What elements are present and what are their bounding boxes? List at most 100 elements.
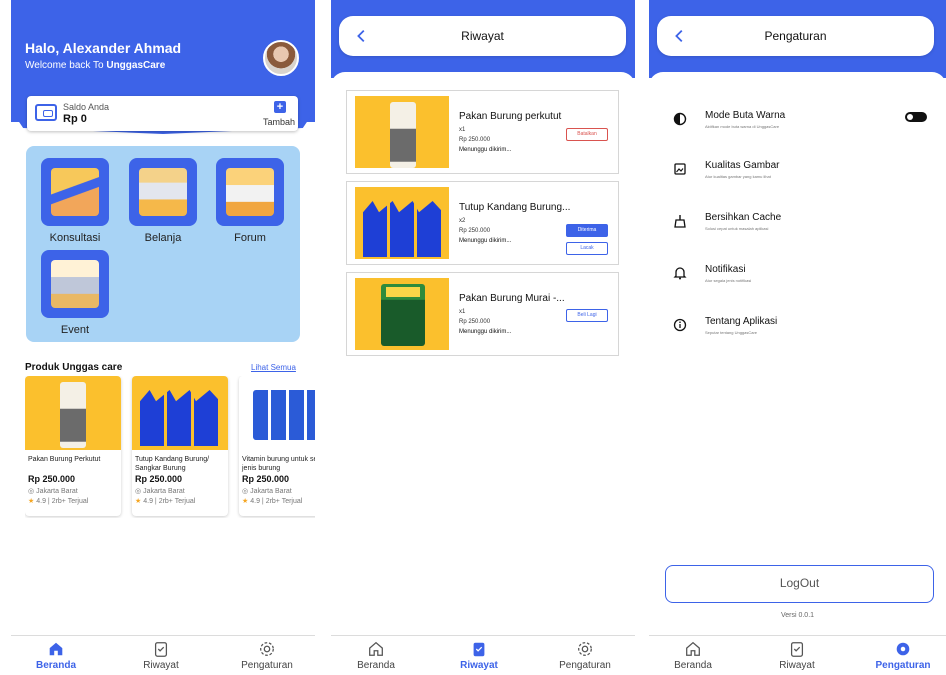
nav-beranda[interactable]: Beranda: [653, 640, 733, 671]
settings-screen: Pengaturan Mode Buta Warna Aktifkan mode…: [649, 0, 946, 675]
nav-riwayat[interactable]: Riwayat: [121, 640, 201, 671]
product-name: Tutup Kandang Burung/ Sangkar Burung: [135, 456, 210, 472]
product-price: Rp 250.000: [28, 474, 76, 484]
item-price: Rp 250.000: [459, 319, 491, 325]
setting-color-blind-mode[interactable]: Mode Buta Warna Aktifkan mode buta warna…: [673, 110, 933, 152]
see-all-link[interactable]: Lihat Semua: [251, 363, 296, 372]
product-image: [25, 376, 121, 450]
menu-belanja[interactable]: Belanja: [128, 158, 198, 244]
product-carousel[interactable]: Pakan Burung Perkutut Rp 250.000 ◎ Jakar…: [25, 376, 315, 518]
product-price: Rp 250.000: [242, 474, 290, 484]
track-button[interactable]: Lacak: [566, 242, 608, 255]
gear-icon: [260, 642, 274, 656]
shop-illustration: [139, 168, 187, 216]
star-icon: ★: [242, 498, 249, 505]
color-blind-toggle[interactable]: [905, 112, 927, 122]
add-balance-button[interactable]: +: [274, 101, 286, 113]
nav-riwayat[interactable]: Riwayat: [439, 640, 519, 671]
setting-notification[interactable]: Notifikasi Atur segala jenis notifikasi: [673, 264, 933, 306]
location-text: Jakarta Barat: [250, 488, 292, 495]
consultation-icon[interactable]: [41, 158, 109, 226]
home-screen: Halo, Alexander Ahmad Welcome back To Un…: [11, 0, 315, 675]
cancel-button[interactable]: Batalkan: [566, 128, 608, 141]
history-item[interactable]: Tutup Kandang Burung... x2 Rp 250.000 Me…: [346, 181, 619, 265]
history-screen: Riwayat Pakan Burung perkutut x1 Rp 250.…: [331, 0, 635, 675]
image-icon: [674, 163, 686, 175]
clipboard-icon: [154, 642, 168, 657]
balance-label: Saldo Anda: [63, 102, 110, 112]
product-image: [355, 278, 449, 350]
nav-beranda[interactable]: Beranda: [16, 640, 96, 671]
welcome-text: Welcome back To UnggasCare: [25, 60, 165, 71]
forum-icon[interactable]: [216, 158, 284, 226]
nav-beranda[interactable]: Beranda: [336, 640, 416, 671]
title-bar: Riwayat: [339, 16, 626, 56]
menu-konsultasi[interactable]: Konsultasi: [40, 158, 110, 244]
history-item[interactable]: Pakan Burung Murai -... x1 Rp 250.000 Me…: [346, 272, 619, 356]
setting-image-quality[interactable]: Kualitas Gambar Atur kualitas gambar yan…: [673, 160, 933, 202]
event-icon[interactable]: [41, 250, 109, 318]
home-icon: [49, 642, 63, 656]
nav-pengaturan[interactable]: Pengaturan: [545, 640, 625, 671]
product-card[interactable]: Pakan Burung Perkutut Rp 250.000 ◎ Jakar…: [25, 376, 121, 516]
balance-card: Saldo Anda Rp 0 + Tambah: [27, 96, 298, 131]
rating-value: 4.9: [36, 498, 46, 505]
gear-icon: [896, 642, 910, 656]
product-location: ◎ Jakarta Barat: [25, 484, 121, 495]
buy-again-button[interactable]: Beli Lagi: [566, 309, 608, 322]
product-image: [239, 376, 315, 450]
item-qty: x1: [459, 127, 466, 133]
nav-label: Riwayat: [143, 660, 179, 671]
location-text: Jakarta Barat: [143, 488, 185, 495]
rating-value: 4.9: [143, 498, 153, 505]
menu-forum[interactable]: Forum: [215, 158, 285, 244]
sold-count: 2rb+ Terjual: [265, 498, 303, 505]
item-price: Rp 250.000: [459, 228, 491, 234]
greeting-text: Halo, Alexander Ahmad: [25, 40, 182, 56]
menu-label: Belanja: [144, 232, 182, 244]
bottom-nav: Beranda Riwayat Pengaturan: [11, 635, 315, 675]
location-pin-icon: ◎: [242, 488, 249, 495]
product-image: [132, 376, 228, 450]
nav-pengaturan[interactable]: Pengaturan: [863, 640, 943, 671]
add-balance-label[interactable]: Tambah: [263, 117, 295, 127]
rating-value: 4.9: [250, 498, 260, 505]
nav-label: Pengaturan: [875, 660, 931, 671]
setting-desc: Seputar tentang UnggasCare: [705, 330, 758, 335]
nav-label: Beranda: [35, 660, 76, 671]
gear-icon: [578, 642, 592, 656]
setting-clear-cache[interactable]: Bersihkan Cache Solusi cepat untuk masal…: [673, 212, 933, 254]
consultation-illustration: [51, 168, 99, 216]
product-name: Pakan Burung Perkutut: [28, 456, 101, 463]
sold-count: 2rb+ Terjual: [158, 498, 196, 505]
setting-about-app[interactable]: Tentang Aplikasi Seputar tentang UnggasC…: [673, 316, 933, 358]
nav-label: Beranda: [674, 660, 712, 671]
setting-desc: Atur segala jenis notifikasi: [705, 278, 752, 283]
menu-event[interactable]: Event: [40, 250, 110, 336]
menu-label: Forum: [234, 232, 266, 244]
nav-riwayat[interactable]: Riwayat: [757, 640, 837, 671]
avatar[interactable]: [263, 40, 299, 76]
product-meta: ★ 4.9 | 2rb+ Terjual: [242, 498, 303, 505]
contrast-icon: [673, 112, 687, 126]
product-location: ◎ Jakarta Barat: [132, 484, 228, 495]
item-price: Rp 250.000: [459, 137, 491, 143]
star-icon: ★: [28, 498, 35, 505]
nav-pengaturan[interactable]: Pengaturan: [227, 640, 307, 671]
shop-icon[interactable]: [129, 158, 197, 226]
menu-panel: Konsultasi Belanja Forum Event: [26, 146, 300, 342]
history-item[interactable]: Pakan Burung perkutut x1 Rp 250.000 Menu…: [346, 90, 619, 174]
event-illustration: [51, 260, 99, 308]
product-card[interactable]: Vitamin burung untuk semua jenis burung …: [239, 376, 315, 516]
location-pin-icon: ◎: [135, 488, 142, 495]
product-image: [355, 96, 449, 168]
forum-illustration: [226, 168, 274, 216]
logout-button[interactable]: LogOut: [665, 565, 934, 603]
received-button[interactable]: Diterima: [566, 224, 608, 237]
setting-title: Kualitas Gambar: [705, 160, 780, 171]
product-name: Vitamin burung untuk semua jenis burung: [242, 456, 315, 472]
product-card[interactable]: Tutup Kandang Burung/ Sangkar Burung Rp …: [132, 376, 228, 516]
item-status: Menunggu dikirim...: [459, 329, 512, 335]
menu-label: Event: [60, 324, 90, 336]
welcome-prefix: Welcome back To: [25, 60, 104, 71]
